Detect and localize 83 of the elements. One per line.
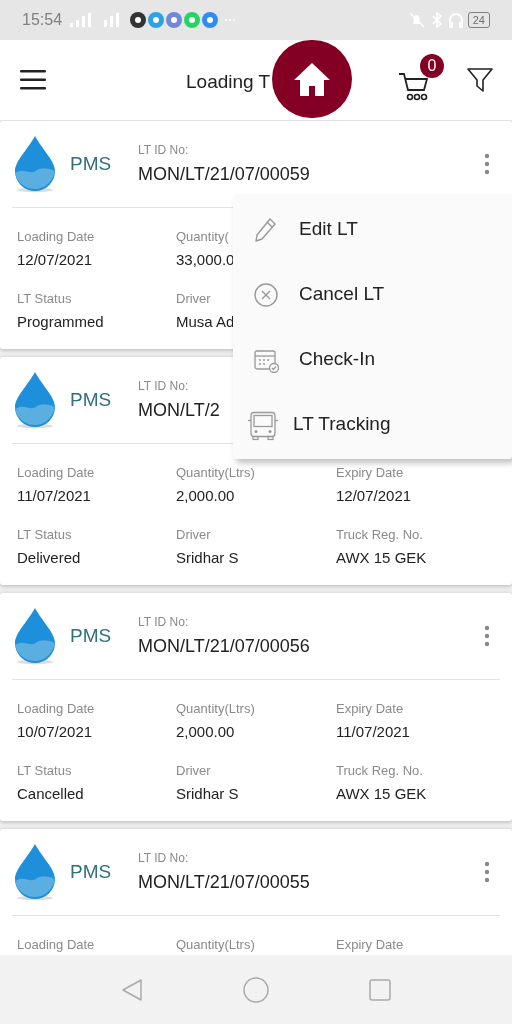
field-value: Musa Ad <box>176 311 235 332</box>
field-value: 2,000.00 <box>176 485 235 506</box>
field-value: 2,000.00 <box>176 721 235 742</box>
field-value: 12/07/2021 <box>17 249 93 270</box>
home-circle-icon[interactable] <box>243 976 269 1003</box>
field-label: Quantity(Ltrs) <box>176 700 255 718</box>
filter-icon[interactable] <box>467 67 493 93</box>
mute-icon <box>407 12 426 28</box>
app-notification-icon <box>166 12 183 28</box>
menu-icon[interactable] <box>20 70 46 90</box>
field-label: Driver <box>176 526 211 544</box>
id-label: LT ID No: <box>138 613 189 631</box>
field-label: Loading Date <box>17 700 95 718</box>
field-value: Delivered <box>17 547 81 568</box>
menu-item-label: LT Tracking <box>293 412 391 437</box>
field-value: Programmed <box>17 311 104 332</box>
signal-icon <box>70 13 93 27</box>
headphones-icon <box>447 11 464 29</box>
back-icon[interactable] <box>121 977 143 1002</box>
field-label: Quantity( <box>176 228 229 246</box>
app-notification-icon <box>184 12 201 28</box>
menu-item-label: Edit LT <box>299 217 358 242</box>
field-label: LT Status <box>17 290 72 308</box>
water-drop-icon <box>14 135 56 193</box>
field-label: Loading Date <box>17 936 95 954</box>
water-drop-icon <box>14 843 56 901</box>
lt-id: MON/LT/21/07/00059 <box>138 162 310 186</box>
field-value: Sridhar S <box>176 783 239 804</box>
id-label: LT ID No: <box>138 377 189 395</box>
battery-icon: 24 <box>467 12 490 28</box>
field-value: 11/07/2021 <box>17 485 91 506</box>
menu-item[interactable]: Edit LT <box>233 197 512 262</box>
field-label: Loading Date <box>17 228 95 246</box>
field-label: Truck Reg. No. <box>336 526 423 544</box>
more-options-icon[interactable] <box>484 153 490 175</box>
water-drop-icon <box>14 371 56 429</box>
page-title: Loading T <box>186 70 271 94</box>
field-value: Cancelled <box>17 783 84 804</box>
field-value: 11/07/2021 <box>336 721 410 742</box>
menu-item[interactable]: Check-In <box>233 327 512 392</box>
app-notification-icon <box>202 12 219 28</box>
field-label: Quantity(Ltrs) <box>176 936 255 954</box>
field-label: Truck Reg. No. <box>336 762 423 780</box>
field-label: LT Status <box>17 762 72 780</box>
field-label: Driver <box>176 290 211 308</box>
product-name: PMS <box>70 387 113 412</box>
product-name: PMS <box>70 859 113 884</box>
menu-item[interactable]: Cancel LT <box>233 262 512 327</box>
field-value: 12/07/2021 <box>336 485 412 506</box>
id-label: LT ID No: <box>138 141 189 159</box>
menu-item-label: Check-In <box>299 347 376 372</box>
field-value: AWX 15 GEK <box>336 547 427 568</box>
field-label: Loading Date <box>17 464 95 482</box>
menu-item[interactable]: LT Tracking <box>233 392 512 457</box>
field-label: Expiry Date <box>336 936 404 954</box>
app-notification-icon <box>130 12 147 28</box>
lt-id: MON/LT/21/07/00055 <box>138 870 310 894</box>
product-name: PMS <box>70 623 113 648</box>
app-notification-icon <box>148 12 165 28</box>
field-value: AWX 15 GEK <box>336 783 427 804</box>
field-value: 33,000.0 <box>176 249 235 270</box>
field-label: Expiry Date <box>336 700 404 718</box>
field-label: Quantity(Ltrs) <box>176 464 255 482</box>
more-options-icon[interactable] <box>484 625 490 647</box>
recents-icon[interactable] <box>369 978 391 1001</box>
field-value: 10/07/2021 <box>17 721 93 742</box>
status-time: 15:54 <box>22 10 63 30</box>
field-label: LT Status <box>17 526 72 544</box>
cancel-icon <box>253 281 279 308</box>
field-label: Driver <box>176 762 211 780</box>
cart-count-badge: 0 <box>420 54 444 78</box>
cart-icon[interactable] <box>398 72 430 102</box>
water-drop-icon <box>14 607 56 665</box>
lt-id: MON/LT/2 <box>138 398 220 422</box>
field-label: Expiry Date <box>336 464 404 482</box>
more-options-icon[interactable] <box>484 861 490 883</box>
field-value: Sridhar S <box>176 547 239 568</box>
menu-item-label: Cancel LT <box>299 282 385 307</box>
lt-id: MON/LT/21/07/00056 <box>138 634 310 658</box>
home-icon <box>292 61 332 97</box>
bluetooth-icon <box>431 12 442 28</box>
id-label: LT ID No: <box>138 849 189 867</box>
product-name: PMS <box>70 151 113 176</box>
